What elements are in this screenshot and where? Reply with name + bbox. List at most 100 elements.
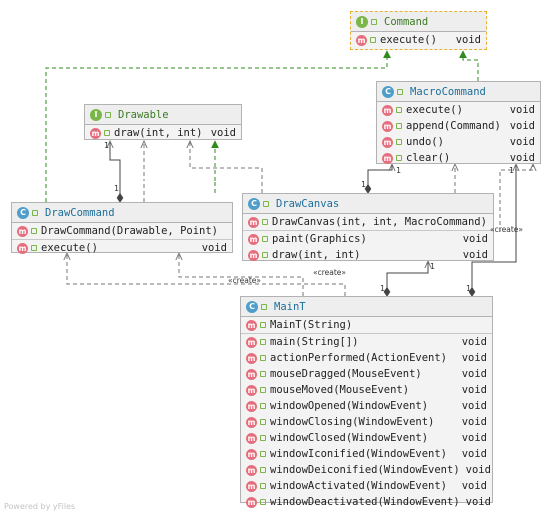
method-row[interactable]: m MainT(String) xyxy=(241,317,492,333)
public-visibility-icon xyxy=(262,236,268,242)
method-signature: execute() xyxy=(41,242,98,254)
class-icon: C xyxy=(17,206,29,219)
public-visibility-icon xyxy=(397,88,403,95)
method-row[interactable]: m draw(int, int) void xyxy=(85,125,241,141)
composition-edge-maint-drawcanvas xyxy=(387,261,428,296)
method-row[interactable]: m main(String[]) void xyxy=(241,334,492,350)
public-visibility-icon xyxy=(260,371,266,377)
public-visibility-icon xyxy=(260,499,266,505)
return-type: void xyxy=(461,368,487,380)
method-row[interactable]: m clear() void xyxy=(377,150,540,166)
method-row[interactable]: m DrawCanvas(int, int, MacroCommand) xyxy=(243,214,493,230)
class-drawcommand[interactable]: C DrawCommand m DrawCommand(Drawable, Point… xyxy=(11,202,233,256)
class-icon: C xyxy=(382,85,394,98)
method-row[interactable]: m windowOpened(WindowEvent) void xyxy=(241,398,492,414)
watermark: Powered by yFiles xyxy=(4,502,76,511)
method-signature: mouseMoved(MouseEvent) xyxy=(270,384,410,396)
realization-edge-macrocommand-command xyxy=(459,50,479,81)
multiplicity-maint-drawcanvas: 1 xyxy=(430,262,436,271)
class-drawable[interactable]: I Drawable m draw(int, int) void xyxy=(84,104,242,140)
constructor-section: m DrawCommand(Drawable, Point) xyxy=(12,223,232,240)
method-row[interactable]: m windowClosing(WindowEvent) void xyxy=(241,414,492,430)
method-signature: DrawCommand(Drawable, Point) xyxy=(41,225,219,237)
method-icon: m xyxy=(246,464,257,476)
class-command[interactable]: I Command m execute() void xyxy=(350,11,487,50)
class-name: MacroCommand xyxy=(410,85,486,98)
method-row[interactable]: m execute() void xyxy=(377,102,540,118)
class-icon: C xyxy=(248,197,260,210)
public-visibility-icon xyxy=(263,200,269,207)
class-header: C DrawCommand xyxy=(12,203,232,223)
method-row[interactable]: m append(Command) void xyxy=(377,118,540,134)
method-icon: m xyxy=(246,384,257,396)
method-icon: m xyxy=(246,480,257,492)
return-type: void xyxy=(509,104,535,116)
public-visibility-icon xyxy=(260,483,266,489)
method-row[interactable]: m windowDeactivated(WindowEvent) void xyxy=(241,494,492,510)
method-signature: windowDeiconified(WindowEvent) xyxy=(270,464,460,476)
composition-edge-drawcanvas-macrocommand xyxy=(368,164,392,193)
method-row[interactable]: m windowActivated(WindowEvent) void xyxy=(241,478,492,494)
method-icon: m xyxy=(246,368,257,380)
method-row[interactable]: m windowClosed(WindowEvent) void xyxy=(241,430,492,446)
class-maint[interactable]: C MainT m MainT(String) m main(String[]) void m… xyxy=(240,296,493,508)
method-icon: m xyxy=(382,136,393,148)
method-row[interactable]: m DrawCommand(Drawable, Point) xyxy=(12,223,232,239)
method-row[interactable]: m windowIconified(WindowEvent) void xyxy=(241,446,492,462)
method-row[interactable]: m draw(int, int) void xyxy=(243,247,493,263)
return-type: void xyxy=(509,152,535,164)
public-visibility-icon xyxy=(260,339,266,345)
method-signature: mouseDragged(MouseEvent) xyxy=(270,368,422,380)
method-signature: draw(int, int) xyxy=(114,127,203,139)
class-name: DrawCommand xyxy=(45,206,115,219)
public-visibility-icon xyxy=(260,451,266,457)
method-signature: windowOpened(WindowEvent) xyxy=(270,400,429,412)
return-type: void xyxy=(509,136,535,148)
multiplicity-maint-macrocommand-end: 1 xyxy=(466,284,472,293)
method-row[interactable]: m windowDeiconified(WindowEvent) void xyxy=(241,462,492,478)
class-drawcanvas[interactable]: C DrawCanvas m DrawCanvas(int, int, MacroCo… xyxy=(242,193,494,261)
method-section: m execute() void xyxy=(351,32,486,48)
class-macrocommand[interactable]: C MacroCommand m execute() void m append(Comma… xyxy=(376,81,541,164)
method-icon: m xyxy=(356,34,367,46)
return-type: void xyxy=(462,233,488,245)
public-visibility-icon xyxy=(396,155,402,161)
class-header: C MacroCommand xyxy=(377,82,540,102)
return-type: void xyxy=(461,336,487,348)
method-icon: m xyxy=(248,216,259,228)
multiplicity-drawcommand-drawable: 1 xyxy=(104,141,110,150)
method-signature: paint(Graphics) xyxy=(272,233,367,245)
public-visibility-icon xyxy=(396,107,402,113)
constructor-section: m DrawCanvas(int, int, MacroCommand) xyxy=(243,214,493,231)
public-visibility-icon xyxy=(396,123,402,129)
public-visibility-icon xyxy=(261,303,267,310)
method-row[interactable]: m undo() void xyxy=(377,134,540,150)
method-row[interactable]: m mouseMoved(MouseEvent) void xyxy=(241,382,492,398)
public-visibility-icon xyxy=(104,130,110,136)
class-name: Command xyxy=(384,15,429,28)
public-visibility-icon xyxy=(260,387,266,393)
class-icon: C xyxy=(246,300,258,313)
method-row[interactable]: m execute() void xyxy=(12,240,232,256)
create-label-drawcanvas: «create» xyxy=(313,268,346,277)
method-icon: m xyxy=(382,120,393,132)
method-row[interactable]: m actionPerformed(ActionEvent) void xyxy=(241,350,492,366)
class-header: C DrawCanvas xyxy=(243,194,493,214)
method-row[interactable]: m mouseDragged(MouseEvent) void xyxy=(241,366,492,382)
method-signature: execute() xyxy=(406,104,463,116)
method-signature: DrawCanvas(int, int, MacroCommand) xyxy=(272,216,487,228)
method-signature: windowIconified(WindowEvent) xyxy=(270,448,448,460)
public-visibility-icon xyxy=(260,435,266,441)
constructor-section: m MainT(String) xyxy=(241,317,492,334)
method-row[interactable]: m execute() void xyxy=(351,32,486,48)
create-label-macrocommand: «create» xyxy=(490,225,523,234)
public-visibility-icon xyxy=(262,252,268,258)
method-section: m main(String[]) void m actionPerformed(Acti… xyxy=(241,334,492,510)
method-signature: MainT(String) xyxy=(270,319,353,331)
method-section: m draw(int, int) void xyxy=(85,125,241,141)
method-signature: draw(int, int) xyxy=(272,249,361,261)
public-visibility-icon xyxy=(262,219,268,225)
method-signature: append(Command) xyxy=(406,120,501,132)
return-type: void xyxy=(461,400,487,412)
method-row[interactable]: m paint(Graphics) void xyxy=(243,231,493,247)
